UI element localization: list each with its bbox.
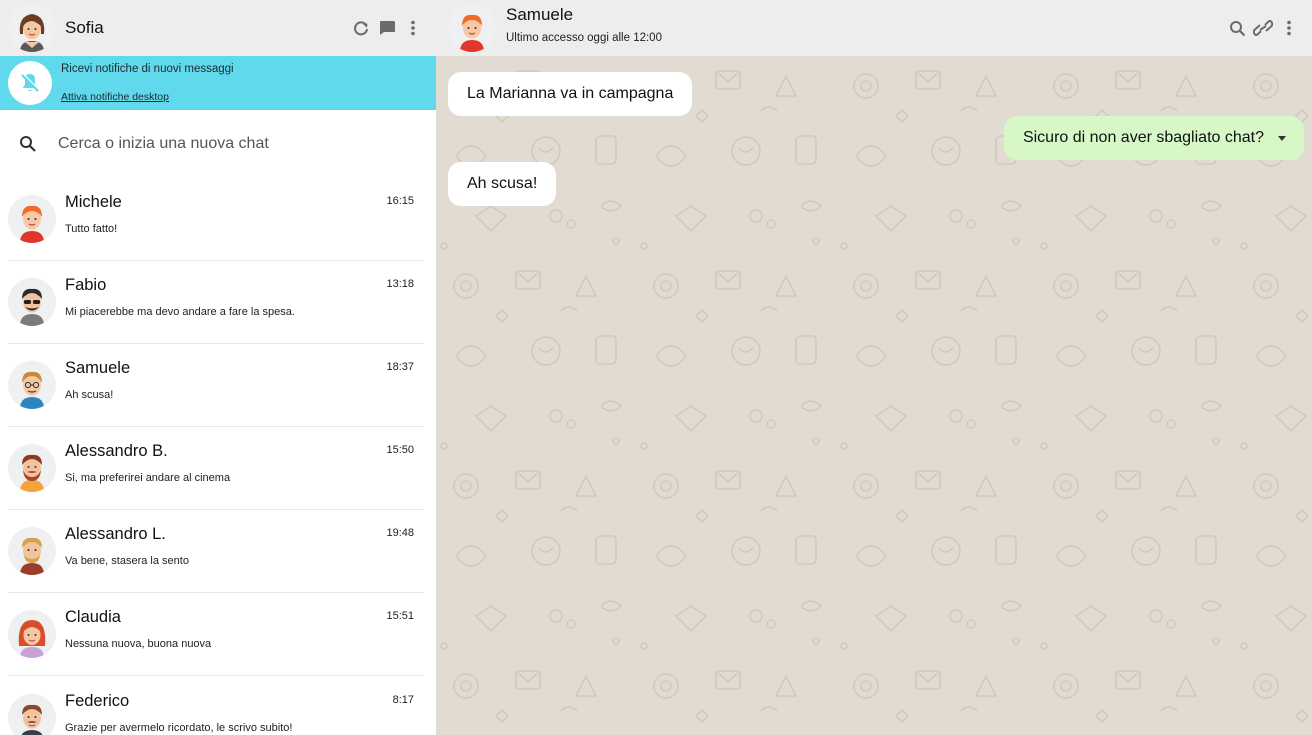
chat-time: 18:37	[386, 361, 414, 373]
chat-item-samuele[interactable]: Samuele 18:37 Ah scusa!	[8, 344, 424, 427]
search-icon[interactable]	[1228, 18, 1246, 38]
refresh-icon[interactable]	[352, 18, 370, 38]
avatar	[8, 195, 56, 243]
chat-time: 19:48	[386, 527, 414, 539]
chat-preview: Ah scusa!	[65, 389, 114, 401]
chat-panel: Samuele Ultimo accesso oggi alle 12:00 L…	[436, 0, 1312, 735]
sidebar: Sofia Ricevi notifiche di nuovi messaggi…	[0, 0, 436, 735]
chat-preview: Grazie per avermelo ricordato, le scrivo…	[65, 721, 293, 734]
chat-time: 8:17	[392, 693, 414, 706]
user-avatar[interactable]	[8, 4, 56, 52]
avatar	[8, 444, 56, 492]
menu-dots-icon[interactable]	[404, 18, 422, 38]
chat-preview: Si, ma preferirei andare al cinema	[65, 472, 231, 484]
attach-icon[interactable]	[1252, 18, 1274, 38]
chat-icon[interactable]	[378, 18, 396, 38]
chat-name: Samuele	[65, 359, 131, 377]
app-window: Sofia Ricevi notifiche di nuovi messaggi…	[0, 0, 1312, 735]
contact-avatar[interactable]	[448, 4, 496, 52]
avatar	[8, 278, 56, 326]
message-outgoing[interactable]: Sicuro di non aver sbagliato chat?	[1003, 116, 1304, 160]
chat-name: Fabio	[65, 276, 107, 294]
menu-dots-icon[interactable]	[1280, 18, 1298, 38]
last-seen: Ultimo accesso oggi alle 12:00	[506, 32, 662, 44]
message-text: Sicuro di non aver sbagliato chat?	[1022, 129, 1264, 146]
avatar	[8, 527, 56, 575]
chat-name: Federico	[65, 691, 130, 710]
notification-title: Ricevi notifiche di nuovi messaggi	[61, 63, 234, 75]
chat-header: Samuele Ultimo accesso oggi alle 12:00	[436, 0, 1312, 56]
chat-preview: Va bene, stasera la sento	[65, 555, 189, 567]
bell-off-icon	[8, 61, 52, 105]
chat-list: Michele 16:15 Tutto fatto! Fabio 13:18 M…	[0, 178, 436, 735]
message-incoming[interactable]: Ah scusa!	[448, 162, 557, 206]
chevron-down-icon[interactable]	[1278, 136, 1286, 141]
notification-banner: Ricevi notifiche di nuovi messaggi Attiv…	[0, 56, 436, 110]
chat-time: 13:18	[386, 278, 414, 290]
chat-name: Michele	[65, 193, 122, 211]
chat-item-fabio[interactable]: Fabio 13:18 Mi piacerebbe ma devo andare…	[8, 261, 424, 344]
chat-item-federico[interactable]: Federico 8:17 Grazie per avermelo ricord…	[8, 676, 424, 735]
chat-time: 16:15	[386, 195, 414, 207]
chat-time: 15:51	[386, 610, 414, 622]
sidebar-header: Sofia	[0, 0, 436, 56]
chat-item-michele[interactable]: Michele 16:15 Tutto fatto!	[8, 178, 424, 261]
chat-item-alessandro-b[interactable]: Alessandro B. 15:50 Si, ma preferirei an…	[8, 427, 424, 510]
chat-item-claudia[interactable]: Claudia 15:51 Nessuna nuova, buona nuova	[8, 593, 424, 676]
search-icon	[18, 134, 38, 154]
contact-name: Samuele	[506, 5, 574, 24]
user-name: Sofia	[65, 18, 104, 37]
message-area[interactable]: La Marianna va in campagna Sicuro di non…	[436, 56, 1312, 735]
avatar	[8, 693, 56, 735]
chat-time: 15:50	[386, 444, 414, 456]
chat-item-alessandro-l[interactable]: Alessandro L. 19:48 Va bene, stasera la …	[8, 510, 424, 593]
chat-name: Alessandro B.	[65, 442, 168, 460]
message-incoming[interactable]: La Marianna va in campagna	[448, 72, 693, 116]
enable-notifications-link[interactable]: Attiva notifiche desktop	[61, 91, 234, 103]
chat-name: Claudia	[65, 608, 121, 626]
search-bar	[0, 110, 436, 178]
chat-preview: Mi piacerebbe ma devo andare a fare la s…	[65, 306, 295, 318]
search-input[interactable]	[58, 135, 418, 153]
chat-preview: Tutto fatto!	[65, 223, 118, 235]
avatar	[8, 610, 56, 658]
avatar	[8, 361, 56, 409]
chat-preview: Nessuna nuova, buona nuova	[65, 638, 212, 650]
chat-name: Alessandro L.	[65, 525, 166, 543]
